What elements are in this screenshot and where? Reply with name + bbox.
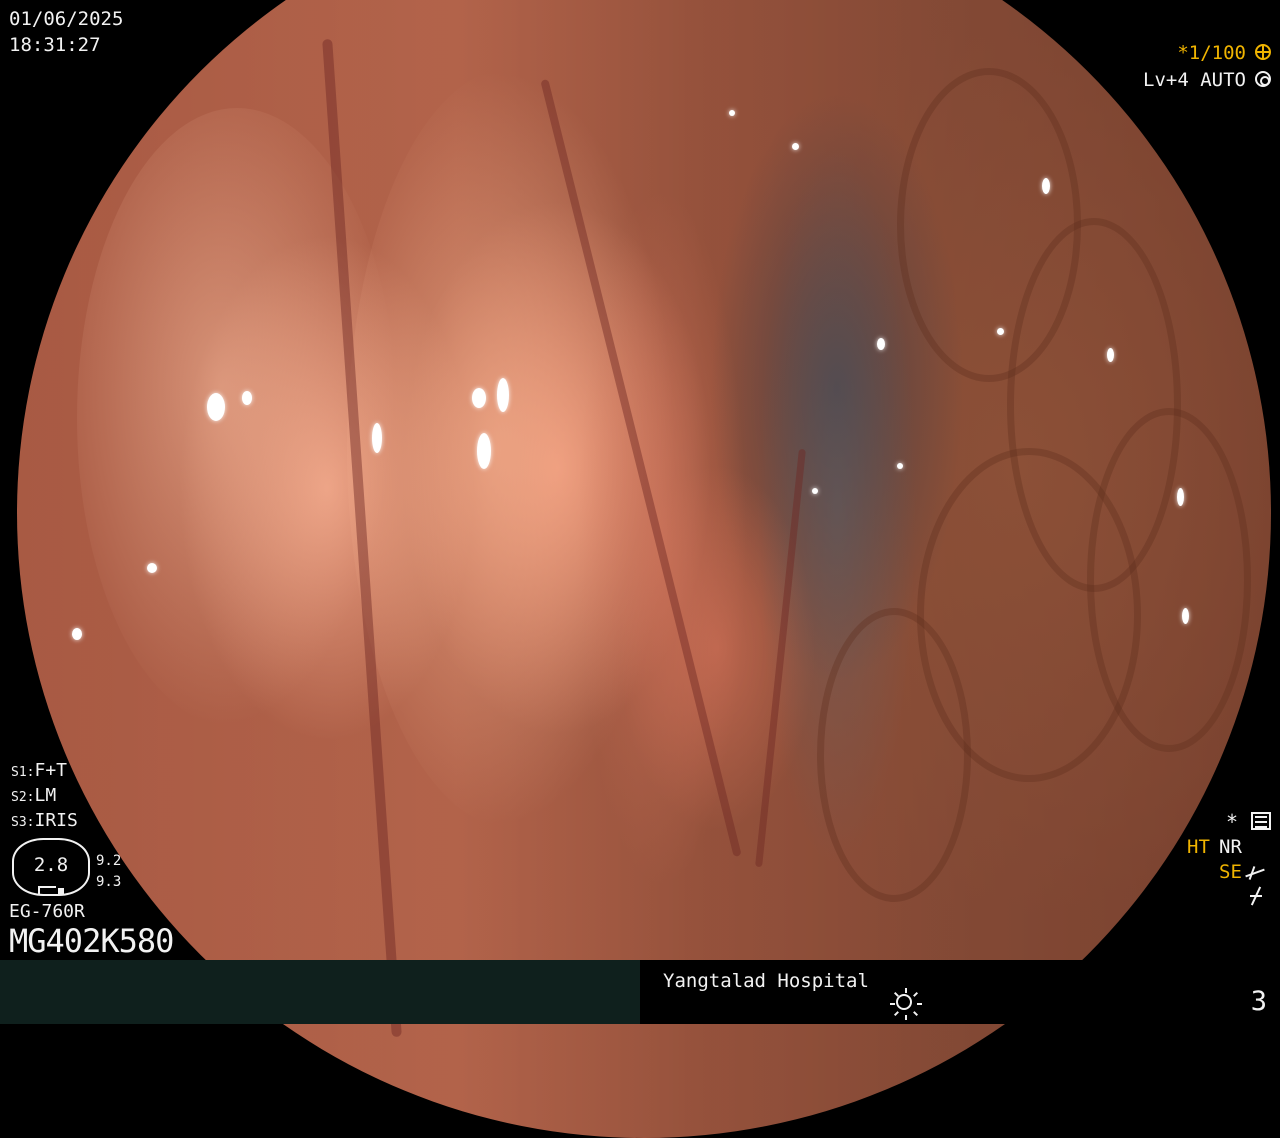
specular-highlight <box>242 391 252 405</box>
aperture-dot-icon <box>58 888 64 894</box>
gastric-ruga <box>817 608 971 902</box>
setting-s3: S3:IRIS <box>11 808 78 835</box>
specular-highlight <box>792 143 799 150</box>
setting-s1-value: F+T <box>34 760 67 781</box>
aperture-indicator: 2.8 <box>12 838 90 896</box>
bottom-bar: Yangtalad Hospital 3 <box>0 960 1280 1024</box>
specular-highlight <box>477 433 491 469</box>
endoscopy-screen: 01/06/2025 18:31:27 *1/100 Lv+4 AUTO S1:… <box>0 0 1280 1138</box>
asterisk-indicator: * <box>1225 810 1238 834</box>
setting-s3-key: S3: <box>11 815 35 830</box>
shutter-speed: *1/100 <box>1177 42 1246 64</box>
aperture-mark-icon <box>38 886 56 894</box>
scope-serial: MG402K580 <box>9 922 174 960</box>
light-source-icon <box>890 988 922 1020</box>
specular-highlight <box>207 393 225 421</box>
image-number: 3 <box>1250 986 1267 1017</box>
specular-highlight <box>497 378 509 412</box>
aperture-reading-bottom: 9.3 <box>96 874 122 890</box>
bottom-info-panel: Yangtalad Hospital 3 <box>640 960 1280 1024</box>
specular-highlight <box>877 338 885 350</box>
setting-s1-key: S1: <box>11 765 35 780</box>
hospital-name: Yangtalad Hospital <box>663 970 869 992</box>
specular-highlight <box>147 563 157 573</box>
specular-highlight <box>729 110 735 116</box>
specular-highlight <box>1177 488 1184 506</box>
setting-s2: S2:LM <box>11 783 56 810</box>
se-indicator: SE <box>1219 861 1242 883</box>
exam-date: 01/06/2025 <box>9 8 124 30</box>
auto-exposure-icon <box>1255 71 1271 87</box>
specular-highlight <box>997 328 1004 335</box>
aperture-value: 2.8 <box>33 854 69 876</box>
setting-s3-value: IRIS <box>34 810 78 831</box>
specular-highlight <box>897 463 903 469</box>
gastric-ruga <box>1087 408 1251 752</box>
specular-highlight <box>1182 608 1189 624</box>
shutter-icon <box>1255 44 1271 60</box>
setting-s2-key: S2: <box>11 790 35 805</box>
specular-highlight <box>1042 178 1050 194</box>
specular-highlight <box>812 488 818 494</box>
specular-highlight <box>472 388 486 408</box>
specular-highlight <box>372 423 382 453</box>
setting-s1: S1:F+T <box>11 758 67 785</box>
specular-highlight <box>72 628 82 640</box>
structure-enhance-icon <box>1245 866 1265 880</box>
exam-time: 18:31:27 <box>9 34 101 56</box>
specular-highlight <box>1107 348 1114 362</box>
scope-model: EG-760R <box>9 901 85 922</box>
freeze-icon <box>1247 886 1265 906</box>
setting-s2-value: LM <box>34 785 57 806</box>
settings-icon <box>1251 812 1271 830</box>
ht-indicator: HT <box>1187 836 1210 858</box>
brightness-level: Lv+4 AUTO <box>1143 69 1246 91</box>
nr-indicator: NR <box>1219 836 1242 858</box>
